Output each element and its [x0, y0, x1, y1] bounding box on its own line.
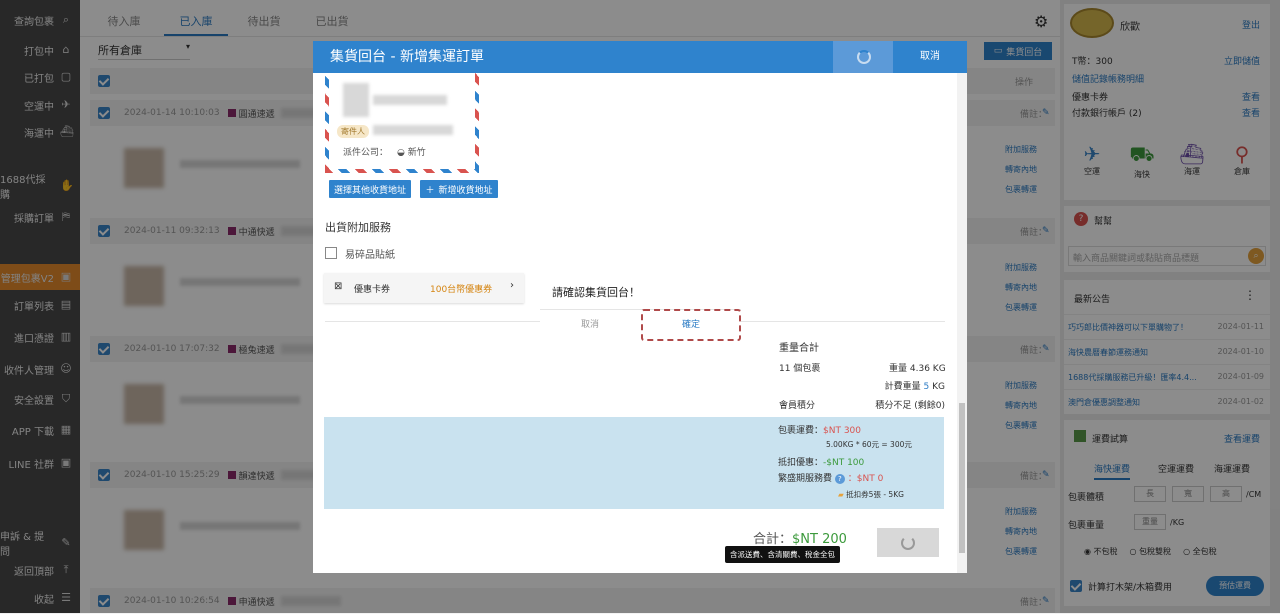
shipping-fee-value: $NT 300 [823, 426, 862, 436]
coupon-selector-label: 優惠卡券 [354, 285, 391, 295]
surge-fee-label: 繁盛期服務費 [778, 474, 833, 484]
weight-row: 重量 4.36 KG [889, 361, 946, 374]
modal-cancel-button[interactable]: 取消 [893, 41, 967, 73]
chevron-right-icon: › [510, 280, 514, 291]
loading-spinner-icon [857, 50, 871, 64]
delivery-company-value: 新竹 [407, 148, 426, 158]
fragile-label: 易碎品貼紙 [345, 250, 395, 261]
coupon-note-text: 抵扣券5張 - 5KG [846, 490, 904, 499]
delivery-company: ◒ 新竹 [397, 148, 426, 158]
modal-header-actions: 取消 [833, 41, 967, 73]
total-value: $NT 200 [792, 532, 847, 547]
submit-button[interactable] [877, 528, 939, 557]
coupon-note-icon: ▰ [838, 490, 844, 499]
total-label: 合計： [753, 532, 793, 547]
address-avatar [343, 83, 369, 117]
loading-spinner-icon [901, 536, 915, 550]
member-points-label: 會員積分 [779, 401, 816, 411]
shipping-fee-label: 包裹運費： [778, 426, 824, 436]
member-points-value: 積分不足 (剩餘0) [875, 401, 945, 411]
billing-weight-label: 計費重量 [884, 382, 921, 392]
discount-row: 抵扣優惠：-$NT 100 [778, 455, 864, 468]
fragile-checkbox[interactable] [325, 247, 337, 259]
add-address-label: 新增收貨地址 [438, 185, 493, 196]
ticket-icon: ⊠ [334, 281, 343, 292]
weight-title: 重量合計 [779, 343, 819, 354]
coupon-selector[interactable]: ⊠ 優惠卡券 100台幣優惠券 › [324, 273, 524, 303]
sender-badge: 寄件人 [337, 125, 369, 138]
surge-fee-value: ：$NT 0 [847, 474, 884, 484]
fee-breakdown: 包裹運費：$NT 300 5.00KG * 60元 = 300元 抵扣優惠：-$… [324, 417, 944, 509]
billing-weight-value: 5 [923, 382, 930, 392]
discount-label: 抵扣優惠： [778, 458, 824, 468]
modal-title: 集貨回台 - 新增集運訂單 [330, 49, 484, 65]
modal-scrollbar[interactable] [957, 73, 967, 573]
address-card: 寄件人 派件公司： ◒ 新竹 [325, 73, 479, 173]
confirm-cancel-button[interactable]: 取消 [540, 311, 640, 339]
delivery-company-label: 派件公司： [343, 148, 389, 158]
choose-address-label: 選擇其他收貨地址 [333, 185, 406, 196]
plus-icon: ＋ [425, 185, 435, 196]
coupon-selector-value: 100台幣優惠券 [430, 285, 493, 295]
discount-value: -$NT 100 [823, 458, 865, 468]
surge-fee-row: 繁盛期服務費 ? ：$NT 0 [778, 471, 883, 484]
info-icon[interactable]: ? [834, 474, 845, 484]
package-count: 11 個包裹 [779, 364, 821, 374]
shipping-fee-row: 包裹運費：$NT 300 [778, 423, 861, 436]
billing-weight-unit: KG [932, 382, 945, 392]
confirm-message: 請確認集貨回台！ [552, 286, 640, 299]
total-row: 合計：$NT 200 [753, 528, 847, 547]
add-address-button[interactable]: ＋新增收貨地址 [420, 180, 498, 198]
address-line [373, 95, 447, 105]
scrollbar-thumb[interactable] [959, 403, 965, 553]
shipping-formula: 5.00KG * 60元 = 300元 [826, 440, 912, 449]
tax-note: 含派送費、含清關費、稅金全包 [725, 546, 840, 563]
coupon-note: ▰ 抵扣券5張 - 5KG [838, 489, 904, 500]
weight-row-label: 重量 [889, 364, 908, 374]
sender-line [373, 125, 453, 135]
billing-weight-row: 計費重量 5 KG [873, 379, 945, 392]
weight-row-value: 4.36 KG [909, 364, 946, 374]
confirm-ok-button[interactable]: 確定 [641, 309, 741, 341]
confirm-dialog: 請確認集貨回台！ 取消 確定 [540, 273, 741, 341]
choose-address-button[interactable]: 選擇其他收貨地址 [329, 180, 411, 198]
extra-service-title: 出貨附加服務 [325, 221, 391, 234]
